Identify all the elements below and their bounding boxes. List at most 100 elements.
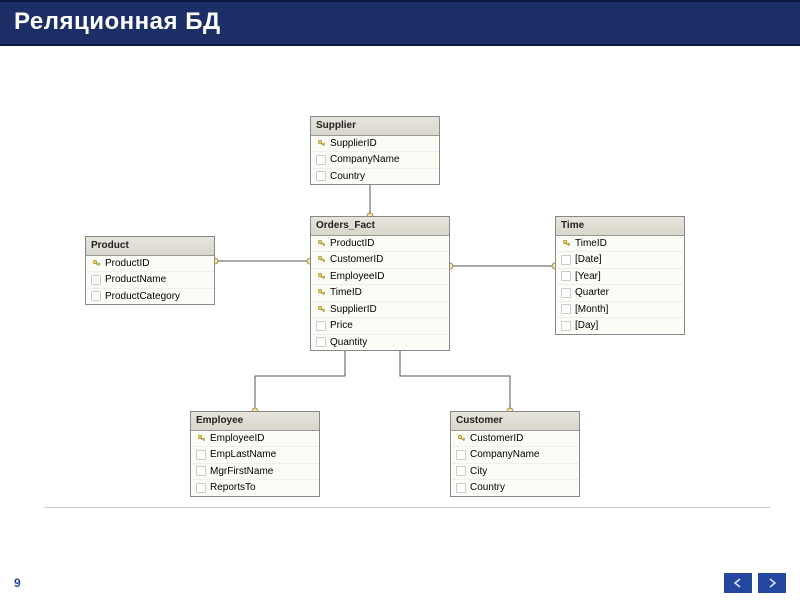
field-label: CustomerID [470, 432, 523, 446]
table-customer: Customer CustomerIDCompanyName City Countr… [450, 411, 580, 497]
table-row: Country [311, 168, 439, 185]
table-rows: SupplierID CompanyName Country [311, 136, 439, 185]
table-row: [Year] [556, 268, 684, 285]
field-box-icon [196, 450, 206, 460]
field-label: Quantity [330, 336, 367, 350]
field-label: ProductID [105, 257, 149, 271]
table-row: TimeID [311, 284, 449, 301]
table-row: CustomerID [451, 431, 579, 447]
field-label: MgrFirstName [210, 465, 273, 479]
table-row: CustomerID [311, 251, 449, 268]
table-supplier: Supplier SupplierID CompanyName Country [310, 116, 440, 185]
field-label: City [470, 465, 487, 479]
field-box-icon [456, 466, 466, 476]
table-employee: Employee EmployeeID EmpLastName MgrFirstNa… [190, 411, 320, 497]
table-rows: TimeID [Date] [Year] Quarter [Month] [Day] [556, 236, 684, 334]
chevron-right-icon [765, 577, 779, 589]
primary-key-icon [91, 258, 101, 268]
table-rows: ProductID CustomerID EmployeeID TimeID Suppl… [311, 236, 449, 351]
table-row: ProductName [86, 271, 214, 288]
primary-key-icon [561, 238, 571, 248]
table-row: MgrFirstName [191, 463, 319, 480]
field-label: [Date] [575, 253, 602, 267]
table-row: ProductCategory [86, 288, 214, 305]
table-row: City [451, 463, 579, 480]
table-title: Product [86, 237, 214, 256]
field-box-icon [456, 483, 466, 493]
field-box-icon [561, 288, 571, 298]
field-label: ProductName [105, 273, 166, 287]
field-label: Price [330, 319, 353, 333]
primary-key-icon [316, 138, 326, 148]
next-button[interactable] [758, 573, 786, 593]
table-row: CompanyName [311, 151, 439, 168]
table-row: Price [311, 317, 449, 334]
field-box-icon [316, 171, 326, 181]
table-row: [Day] [556, 317, 684, 334]
table-row: [Month] [556, 301, 684, 318]
primary-key-icon [316, 255, 326, 265]
field-box-icon [456, 450, 466, 460]
table-rows: CustomerIDCompanyName City Country [451, 431, 579, 496]
field-box-icon [196, 483, 206, 493]
field-box-icon [561, 255, 571, 265]
table-row: ProductID [311, 236, 449, 252]
diagram-canvas: Supplier SupplierID CompanyName Country Pr… [0, 46, 800, 546]
field-label: ProductID [330, 237, 374, 251]
field-label: EmployeeID [330, 270, 384, 284]
table-title: Employee [191, 412, 319, 431]
field-label: [Year] [575, 270, 601, 284]
table-row: Quantity [311, 334, 449, 351]
field-label: TimeID [575, 237, 607, 251]
field-label: Country [470, 481, 505, 495]
field-label: EmployeeID [210, 432, 264, 446]
table-orders-fact: Orders_Fact ProductID CustomerID EmployeeI… [310, 216, 450, 351]
table-title: Supplier [311, 117, 439, 136]
primary-key-icon [196, 433, 206, 443]
primary-key-icon [316, 271, 326, 281]
slide-title: Реляционная БД [14, 8, 786, 36]
field-box-icon [561, 321, 571, 331]
table-time: Time TimeID [Date] [Year] Quarter [Month] [Da… [555, 216, 685, 335]
table-title: Orders_Fact [311, 217, 449, 236]
field-label: ReportsTo [210, 481, 256, 495]
table-row: ProductID [86, 256, 214, 272]
field-box-icon [316, 337, 326, 347]
chevron-left-icon [731, 577, 745, 589]
table-row: SupplierID [311, 136, 439, 152]
table-row: CompanyName [451, 446, 579, 463]
field-label: TimeID [330, 286, 362, 300]
field-label: SupplierID [330, 137, 377, 151]
table-row: [Date] [556, 251, 684, 268]
table-product: Product ProductID ProductNameProductCateg… [85, 236, 215, 305]
field-label: Country [330, 170, 365, 184]
table-title: Customer [451, 412, 579, 431]
primary-key-icon [316, 304, 326, 314]
slide-footer: 9 [0, 566, 800, 600]
primary-key-icon [316, 288, 326, 298]
table-row: SupplierID [311, 301, 449, 318]
table-row: EmployeeID [311, 268, 449, 285]
prev-button[interactable] [724, 573, 752, 593]
table-row: TimeID [556, 236, 684, 252]
field-label: [Month] [575, 303, 608, 317]
field-label: Quarter [575, 286, 609, 300]
field-label: CompanyName [330, 153, 399, 167]
field-box-icon [91, 291, 101, 301]
nav-buttons [724, 573, 786, 593]
footer-rule [44, 507, 770, 508]
field-label: EmpLastName [210, 448, 276, 462]
field-label: CustomerID [330, 253, 383, 267]
table-row: EmployeeID [191, 431, 319, 447]
table-title: Time [556, 217, 684, 236]
field-box-icon [316, 155, 326, 165]
table-row: Country [451, 479, 579, 496]
table-row: ReportsTo [191, 479, 319, 496]
page-number: 9 [14, 576, 21, 590]
field-label: SupplierID [330, 303, 377, 317]
primary-key-icon [456, 433, 466, 443]
field-box-icon [91, 275, 101, 285]
table-row: Quarter [556, 284, 684, 301]
field-label: [Day] [575, 319, 598, 333]
table-rows: ProductID ProductNameProductCategory [86, 256, 214, 305]
